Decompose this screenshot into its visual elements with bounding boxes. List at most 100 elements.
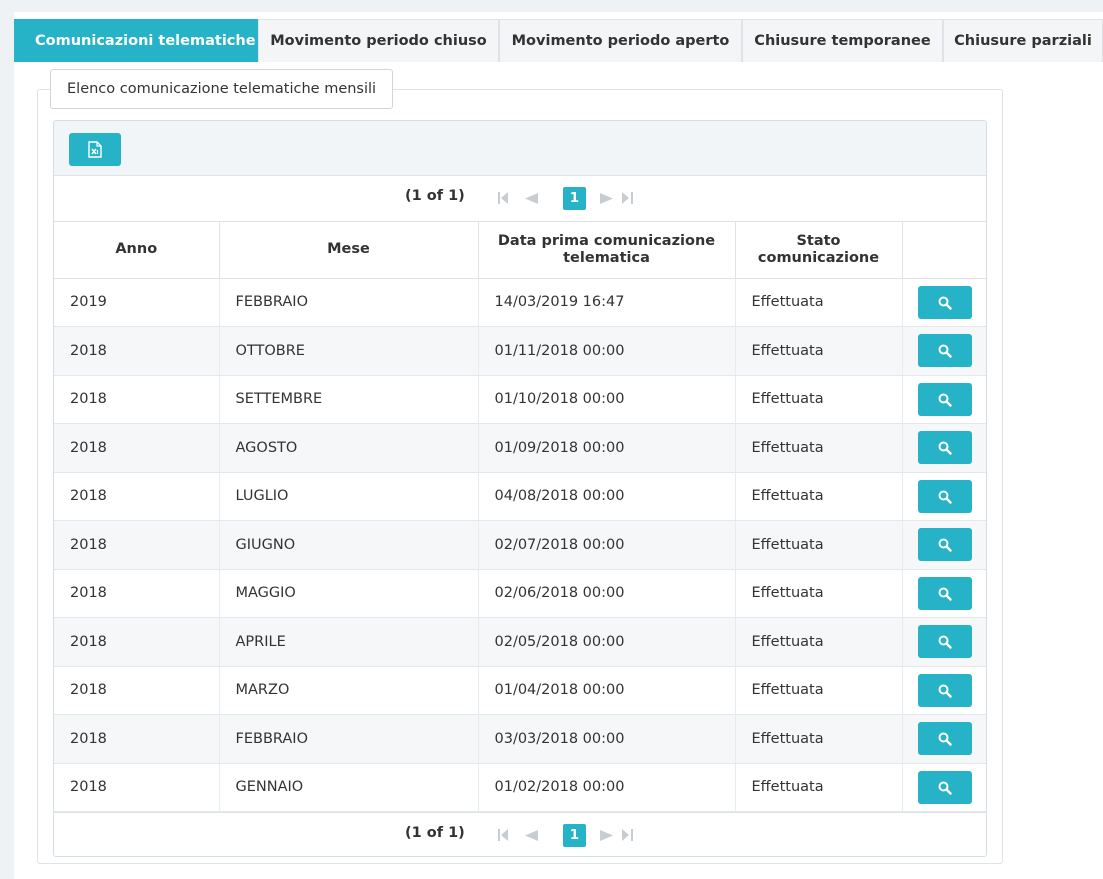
view-button[interactable]: [918, 576, 973, 610]
view-button[interactable]: [918, 673, 973, 707]
view-button[interactable]: [918, 479, 973, 513]
cell-stato: Effettuata: [735, 472, 903, 521]
view-button[interactable]: [918, 431, 973, 465]
table-header-row: Anno Mese Data prima comunicazione telem…: [54, 222, 986, 279]
table-row: 2018 MARZO 01/04/2018 00:00 Effettuata: [54, 666, 986, 715]
tab-comunicazioni-telematiche[interactable]: Comunicazioni telematiche: [14, 19, 258, 62]
column-header-data[interactable]: Data prima comunicazione telematica: [478, 222, 736, 279]
cell-data: 03/03/2018 00:00: [478, 714, 736, 764]
view-button[interactable]: [918, 625, 973, 659]
cell-stato: Effettuata: [735, 617, 903, 667]
cell-anno: 2018: [54, 326, 220, 376]
cell-actions: [902, 714, 986, 764]
cell-data: 02/05/2018 00:00: [478, 617, 736, 667]
table-row: 2018 AGOSTO 01/09/2018 00:00 Effettuata: [54, 423, 986, 473]
tab-movimento-periodo-chiuso[interactable]: Movimento periodo chiuso: [258, 19, 499, 62]
next-page-icon[interactable]: [600, 830, 613, 841]
cell-anno: 2018: [54, 569, 220, 618]
cell-actions: [902, 423, 986, 473]
paginator-info: (1 of 1): [405, 825, 465, 841]
column-header-actions: [902, 222, 986, 279]
cell-data: 01/04/2018 00:00: [478, 666, 736, 715]
cell-data: 01/02/2018 00:00: [478, 763, 736, 812]
cell-stato: Effettuata: [735, 326, 903, 376]
cell-stato: Effettuata: [735, 666, 903, 715]
cell-actions: [902, 278, 986, 327]
cell-data: 01/09/2018 00:00: [478, 423, 736, 473]
left-background-strip: [0, 0, 14, 879]
cell-mese: AGOSTO: [219, 423, 479, 473]
table-row: 2018 MAGGIO 02/06/2018 00:00 Effettuata: [54, 569, 986, 618]
search-icon: [938, 538, 952, 552]
table-row: 2018 APRILE 02/05/2018 00:00 Effettuata: [54, 617, 986, 667]
cell-actions: [902, 326, 986, 376]
cell-mese: OTTOBRE: [219, 326, 479, 376]
page-number-1[interactable]: 1: [563, 187, 586, 210]
cell-stato: Effettuata: [735, 278, 903, 327]
tab-chiusure-temporanee[interactable]: Chiusure temporanee: [742, 19, 943, 62]
next-page-icon[interactable]: [600, 193, 613, 204]
cell-stato: Effettuata: [735, 569, 903, 618]
table-row: 2018 OTTOBRE 01/11/2018 00:00 Effettuata: [54, 326, 986, 376]
datatable-panel: (1 of 1) 1 Anno Mese Data prima comunica…: [53, 120, 987, 857]
view-button[interactable]: [918, 722, 973, 756]
view-button[interactable]: [918, 382, 973, 416]
paginator-info: (1 of 1): [405, 188, 465, 204]
column-header-anno[interactable]: Anno: [54, 222, 220, 279]
paginator-bottom: (1 of 1) 1: [54, 812, 986, 856]
tab-movimento-periodo-aperto[interactable]: Movimento periodo aperto: [499, 19, 742, 62]
previous-page-icon[interactable]: [525, 193, 539, 204]
view-button[interactable]: [918, 285, 973, 319]
cell-stato: Effettuata: [735, 763, 903, 812]
column-header-stato[interactable]: Stato comunicazione: [735, 222, 903, 279]
excel-export-icon: [88, 141, 102, 158]
last-page-icon[interactable]: [622, 829, 633, 841]
view-button[interactable]: [918, 528, 973, 562]
cell-stato: Effettuata: [735, 714, 903, 764]
table-row: 2018 FEBBRAIO 03/03/2018 00:00 Effettuat…: [54, 714, 986, 764]
cell-anno: 2018: [54, 423, 220, 473]
tab-bar: Comunicazioni telematiche Movimento peri…: [14, 19, 1103, 62]
excel-export-button[interactable]: [69, 133, 121, 166]
column-header-mese[interactable]: Mese: [219, 222, 479, 279]
view-button[interactable]: [918, 334, 973, 368]
cell-mese: APRILE: [219, 617, 479, 667]
view-button[interactable]: [918, 770, 973, 804]
cell-mese: FEBBRAIO: [219, 714, 479, 764]
tab-chiusure-parziali[interactable]: Chiusure parziali: [943, 19, 1103, 62]
cell-mese: GIUGNO: [219, 520, 479, 570]
paginator-top: (1 of 1) 1: [54, 176, 986, 222]
search-icon: [938, 587, 952, 601]
cell-actions: [902, 666, 986, 715]
previous-page-icon[interactable]: [525, 830, 539, 841]
first-page-icon[interactable]: [498, 829, 509, 841]
cell-actions: [902, 520, 986, 570]
search-icon: [938, 441, 952, 455]
cell-data: 04/08/2018 00:00: [478, 472, 736, 521]
table-row: 2018 GENNAIO 01/02/2018 00:00 Effettuata: [54, 763, 986, 812]
cell-data: 14/03/2019 16:47: [478, 278, 736, 327]
table-row: 2018 LUGLIO 04/08/2018 00:00 Effettuata: [54, 472, 986, 521]
top-background-strip: [0, 0, 1103, 12]
cell-mese: FEBBRAIO: [219, 278, 479, 327]
cell-anno: 2018: [54, 666, 220, 715]
table-row: 2018 GIUGNO 02/07/2018 00:00 Effettuata: [54, 520, 986, 570]
search-icon: [938, 296, 952, 310]
cell-actions: [902, 472, 986, 521]
cell-actions: [902, 375, 986, 424]
last-page-icon[interactable]: [622, 192, 633, 204]
cell-data: 02/07/2018 00:00: [478, 520, 736, 570]
page-number-1[interactable]: 1: [563, 824, 586, 847]
cell-anno: 2018: [54, 714, 220, 764]
cell-mese: GENNAIO: [219, 763, 479, 812]
search-icon: [938, 781, 952, 795]
fieldset-legend[interactable]: Elenco comunicazione telematiche mensili: [50, 69, 394, 109]
cell-anno: 2018: [54, 375, 220, 424]
cell-anno: 2018: [54, 617, 220, 667]
search-icon: [938, 684, 952, 698]
first-page-icon[interactable]: [498, 192, 509, 204]
comunicazioni-table: Anno Mese Data prima comunicazione telem…: [54, 222, 986, 812]
cell-mese: MARZO: [219, 666, 479, 715]
cell-actions: [902, 569, 986, 618]
table-row: 2019 FEBBRAIO 14/03/2019 16:47 Effettuat…: [54, 278, 986, 327]
